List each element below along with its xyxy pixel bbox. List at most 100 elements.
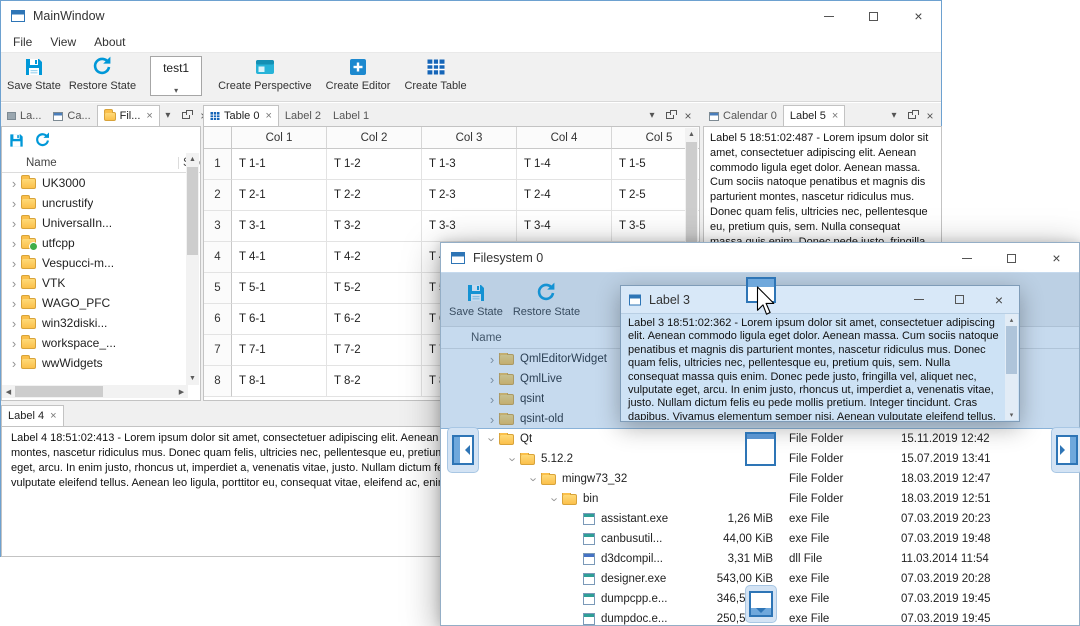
tree-item[interactable]: › utfcpp bbox=[2, 233, 188, 253]
maximize-button[interactable] bbox=[989, 243, 1034, 273]
save-state-button[interactable]: Save State bbox=[7, 53, 61, 92]
expand-arrow-icon[interactable]: › bbox=[7, 277, 21, 290]
tab-label4[interactable]: Label 4 × bbox=[1, 405, 64, 426]
tree-item[interactable]: › workspace_... bbox=[2, 333, 188, 353]
row-number[interactable]: 6 bbox=[204, 304, 232, 335]
drop-indicator-bottom[interactable] bbox=[745, 585, 777, 623]
expand-arrow-icon[interactable]: › bbox=[7, 197, 21, 210]
tab-filesystem[interactable]: Fil... × bbox=[96, 105, 160, 126]
tab-label5[interactable]: Label 5 × bbox=[782, 105, 846, 126]
close-icon[interactable]: × bbox=[265, 110, 271, 122]
close-button[interactable]: × bbox=[1034, 243, 1079, 273]
scroll-thumb[interactable] bbox=[187, 167, 198, 255]
table-cell[interactable]: T 3-2 bbox=[327, 211, 422, 242]
close-icon[interactable]: × bbox=[50, 410, 56, 422]
expand-arrow-icon[interactable]: › bbox=[7, 357, 21, 370]
tabs-menu-icon[interactable]: ▾ bbox=[886, 108, 902, 124]
minimize-button[interactable] bbox=[899, 286, 939, 313]
fs-tree-item[interactable]: › mingw73_32 File Folder 18.03.2019 12:47 bbox=[441, 469, 1079, 489]
tabs-menu-icon[interactable]: ▾ bbox=[644, 108, 660, 124]
scroll-down-button[interactable]: ▾ bbox=[1005, 409, 1018, 420]
scroll-down-button[interactable]: ▼ bbox=[186, 372, 199, 385]
drop-indicator-right[interactable] bbox=[1051, 427, 1080, 473]
float-icon[interactable] bbox=[904, 108, 920, 124]
scroll-up-button[interactable]: ▴ bbox=[1005, 314, 1018, 325]
table-cell[interactable]: T 2-4 bbox=[517, 180, 612, 211]
close-icon[interactable]: × bbox=[832, 110, 838, 122]
column-header[interactable]: Col 1 bbox=[232, 127, 327, 149]
table-cell[interactable]: T 2-3 bbox=[422, 180, 517, 211]
column-header[interactable]: Col 2 bbox=[327, 127, 422, 149]
fs-tree-item[interactable]: d3dcompil... 3,31 MiB dll File 11.03.2014 1… bbox=[441, 549, 1079, 569]
tree-item[interactable]: › wwWidgets bbox=[2, 353, 188, 373]
tab-table0[interactable]: Table 0 × bbox=[203, 105, 279, 126]
expand-arrow-icon[interactable]: › bbox=[548, 493, 563, 506]
close-icon[interactable]: × bbox=[922, 108, 938, 124]
scroll-up-button[interactable]: ▲ bbox=[685, 128, 698, 141]
scroll-right-button[interactable]: ▶ bbox=[175, 385, 188, 398]
fs-tree-item[interactable]: canbusutil... 44,00 KiB exe File 07.03.2019… bbox=[441, 529, 1079, 549]
save-icon[interactable] bbox=[8, 132, 25, 149]
table-cell[interactable]: T 6-1 bbox=[232, 304, 327, 335]
close-icon[interactable]: × bbox=[146, 110, 152, 122]
tab-calendar0[interactable]: Calendar 0 bbox=[703, 105, 783, 126]
fs-tree-item[interactable]: assistant.exe 1,26 MiB exe File 07.03.2019 … bbox=[441, 509, 1079, 529]
tree-item[interactable]: › uncrustify bbox=[2, 193, 188, 213]
column-header-name[interactable]: Name bbox=[2, 157, 178, 169]
tab-label1[interactable]: Label 1 bbox=[327, 105, 375, 126]
row-number[interactable]: 3 bbox=[204, 211, 232, 242]
table-cell[interactable]: T 7-1 bbox=[232, 335, 327, 366]
column-header[interactable]: Col 4 bbox=[517, 127, 612, 149]
column-header[interactable]: Col 3 bbox=[422, 127, 517, 149]
label3-titlebar[interactable]: Label 3 × bbox=[621, 286, 1019, 314]
expand-arrow-icon[interactable]: › bbox=[7, 317, 21, 330]
expand-arrow-icon[interactable]: › bbox=[506, 453, 521, 466]
scroll-thumb[interactable] bbox=[15, 386, 103, 397]
menu-view[interactable]: View bbox=[41, 33, 85, 51]
table-cell[interactable]: T 7-2 bbox=[327, 335, 422, 366]
create-editor-button[interactable]: Create Editor bbox=[326, 53, 390, 92]
expand-arrow-icon[interactable]: › bbox=[7, 217, 21, 230]
tree-item[interactable]: › VTK bbox=[2, 273, 188, 293]
table-cell[interactable]: T 4-2 bbox=[327, 242, 422, 273]
expand-arrow-icon[interactable]: › bbox=[527, 473, 542, 486]
create-table-button[interactable]: Create Table bbox=[404, 53, 467, 92]
row-number[interactable]: 4 bbox=[204, 242, 232, 273]
maximize-button[interactable] bbox=[851, 1, 896, 31]
tabs-menu-icon[interactable]: ▾ bbox=[160, 108, 176, 124]
tab-label[interactable]: La... bbox=[1, 105, 47, 126]
table-cell[interactable]: T 1-3 bbox=[422, 149, 517, 180]
menu-file[interactable]: File bbox=[4, 33, 41, 51]
table-cell[interactable]: T 1-2 bbox=[327, 149, 422, 180]
table-cell[interactable]: T 8-1 bbox=[232, 366, 327, 397]
table-cell[interactable]: T 5-2 bbox=[327, 273, 422, 304]
row-number[interactable]: 1 bbox=[204, 149, 232, 180]
float-icon[interactable] bbox=[178, 108, 194, 124]
maximize-button[interactable] bbox=[939, 286, 979, 313]
close-button[interactable]: × bbox=[979, 286, 1019, 313]
table-cell[interactable]: T 5-1 bbox=[232, 273, 327, 304]
table-cell[interactable]: T 2-2 bbox=[327, 180, 422, 211]
row-number[interactable]: 5 bbox=[204, 273, 232, 304]
table-cell[interactable]: T 1-4 bbox=[517, 149, 612, 180]
expand-arrow-icon[interactable]: › bbox=[7, 337, 21, 350]
restore-state-button[interactable]: Restore State bbox=[69, 53, 136, 92]
tree-item[interactable]: › win32diski... bbox=[2, 313, 188, 333]
tree-item[interactable]: › Vespucci-m... bbox=[2, 253, 188, 273]
table-cell[interactable]: T 1-1 bbox=[232, 149, 327, 180]
row-number[interactable]: 2 bbox=[204, 180, 232, 211]
table-cell[interactable]: T 3-4 bbox=[517, 211, 612, 242]
expand-arrow-icon[interactable]: › bbox=[7, 177, 21, 190]
expand-arrow-icon[interactable]: › bbox=[7, 297, 21, 310]
horizontal-scrollbar[interactable]: ◀ ▶ bbox=[2, 385, 188, 398]
scroll-up-button[interactable]: ▲ bbox=[186, 153, 199, 166]
main-titlebar[interactable]: MainWindow × bbox=[1, 1, 941, 31]
row-number[interactable]: 8 bbox=[204, 366, 232, 397]
close-icon[interactable]: × bbox=[680, 108, 696, 124]
perspective-select[interactable]: test1 ▾ bbox=[150, 56, 203, 96]
expand-arrow-icon[interactable]: › bbox=[7, 237, 21, 250]
minimize-button[interactable] bbox=[944, 243, 989, 273]
scroll-thumb[interactable] bbox=[1006, 326, 1017, 374]
table-cell[interactable]: T 6-2 bbox=[327, 304, 422, 335]
tab-label2[interactable]: Label 2 bbox=[279, 105, 327, 126]
